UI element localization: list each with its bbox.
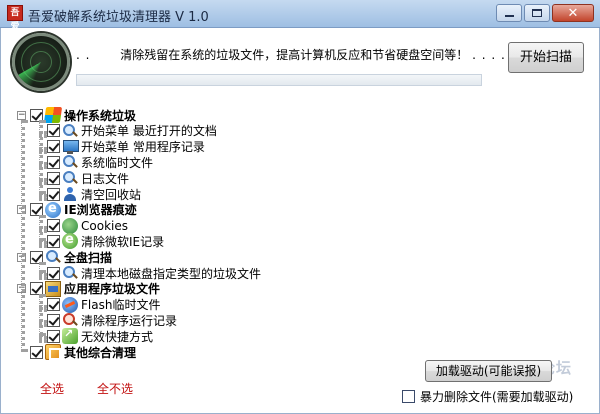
tree-checkbox[interactable] — [47, 140, 60, 154]
tree-item-node[interactable]: 日志文件 — [47, 170, 129, 186]
tree-connector — [39, 293, 43, 337]
tree-group-label: 应用程序垃圾文件 — [64, 282, 161, 297]
force-delete-option[interactable]: 暴力删除文件(需要加载驱动) — [402, 388, 573, 405]
close-button[interactable]: ✕ — [552, 4, 594, 22]
tree-connector — [39, 214, 43, 242]
window-title: 吾爱破解系统垃圾清理器 V 1.0 — [28, 10, 209, 25]
tree-connector — [39, 120, 43, 194]
tree-item-node[interactable]: 系统临时文件 — [47, 154, 153, 170]
tree-checkbox[interactable] — [47, 155, 60, 169]
tree-item-label: Flash临时文件 — [81, 298, 161, 313]
tree-group-node[interactable]: −IE浏览器痕迹 — [17, 201, 137, 218]
tree-item-node[interactable]: 清除微软IE记录 — [47, 232, 165, 250]
load-driver-button[interactable]: 加载驱动(可能误报) — [425, 360, 552, 382]
collapse-toggle-icon[interactable]: − — [17, 110, 26, 120]
search-icon — [62, 170, 78, 186]
tree-item-label: 开始菜单 最近打开的文档 — [81, 124, 217, 139]
leading-dots: . . — [76, 48, 91, 62]
minimize-button[interactable] — [496, 4, 522, 22]
maximize-icon — [532, 9, 542, 17]
tree-connector — [39, 336, 47, 341]
tree-connector — [39, 273, 47, 277]
tree-checkbox[interactable] — [30, 345, 43, 359]
radar-scan-icon — [12, 33, 70, 91]
ie-green-icon — [62, 232, 78, 250]
search-icon — [62, 154, 78, 170]
tree-item-label: 清空回收站 — [81, 187, 142, 202]
tree-item-node[interactable]: 开始菜单 常用程序记录 — [47, 139, 205, 155]
scan-progress-bar — [76, 74, 482, 86]
tree-item-node[interactable]: 清除程序运行记录 — [47, 312, 177, 328]
tree-checkbox[interactable] — [47, 171, 60, 185]
search-icon — [62, 265, 78, 281]
cleanup-tree: − 操作系统垃圾 开始菜单 最近打开的文档 开始菜单 常用程序记录 系统临时文件 日志文件… — [17, 107, 377, 360]
tree-item-label: 清除微软IE记录 — [81, 234, 165, 249]
description-text: 清除残留在系统的垃圾文件，提高计算机反应和节省硬盘空间等！ — [120, 48, 469, 62]
window-controls: ✕ — [496, 4, 594, 22]
select-all-link[interactable]: 全选 — [40, 380, 64, 397]
tree-checkbox[interactable] — [47, 219, 60, 233]
tree-group-node[interactable]: 其他综合清理 — [17, 344, 136, 360]
cookie-icon — [62, 217, 78, 234]
tree-item-node[interactable]: 开始菜单 最近打开的文档 — [47, 123, 217, 139]
tree-item-label: Cookies — [81, 218, 128, 233]
tree-connector — [39, 262, 43, 273]
monitor-icon — [62, 139, 79, 155]
tree-connector — [39, 241, 47, 246]
tree-item-label: 日志文件 — [81, 171, 130, 186]
package-icon — [45, 280, 61, 297]
tree-item-node[interactable]: 清空回收站 — [47, 186, 141, 202]
user-icon — [62, 186, 78, 202]
tree-item-label: 无效快捷方式 — [81, 329, 154, 344]
tree-item-label: 系统临时文件 — [81, 155, 154, 170]
tree-item-node[interactable]: Flash临时文件 — [47, 296, 161, 313]
force-delete-label: 暴力删除文件(需要加载驱动) — [420, 390, 574, 404]
tree-group-label: 其他综合清理 — [64, 345, 137, 360]
search-icon — [45, 249, 61, 265]
tree-checkbox[interactable] — [47, 313, 60, 327]
tree-checkbox[interactable] — [47, 266, 60, 280]
tree-checkbox[interactable] — [47, 234, 60, 248]
tree-item-label: 开始菜单 常用程序记录 — [81, 140, 205, 155]
tree-group-node[interactable]: − 操作系统垃圾 — [17, 107, 136, 123]
tree-item-node[interactable]: Cookies — [47, 217, 128, 234]
maximize-button[interactable] — [524, 4, 550, 22]
tree-item-node[interactable]: 无效快捷方式 — [47, 327, 154, 345]
tree-checkbox[interactable] — [47, 124, 60, 138]
title-bar: 吾爱 吾爱破解系统垃圾清理器 V 1.0 ✕ — [0, 0, 600, 32]
close-icon: ✕ — [567, 5, 579, 21]
minimize-icon — [504, 15, 514, 17]
app-logo-icon: 吾爱 — [7, 5, 23, 32]
tree-checkbox[interactable] — [47, 298, 60, 312]
tree-checkbox[interactable] — [47, 329, 60, 343]
tree-group-label: 全盘扫描 — [64, 250, 113, 265]
start-scan-button[interactable]: 开始扫描 — [508, 42, 584, 73]
tree-group-label: 操作系统垃圾 — [64, 108, 137, 123]
tree-item-node[interactable]: 清理本地磁盘指定类型的垃圾文件 — [47, 265, 261, 281]
select-none-link[interactable]: 全不选 — [97, 380, 133, 397]
shortcut-icon — [62, 327, 78, 345]
tree-group-label: IE浏览器痕迹 — [64, 203, 137, 218]
tree-item-label: 清理本地磁盘指定类型的垃圾文件 — [81, 266, 262, 281]
windows-logo-icon — [43, 107, 63, 123]
tree-root-line — [21, 120, 25, 352]
tree-connector — [39, 194, 47, 198]
search-icon — [62, 123, 78, 139]
header-description: . . 清除残留在系统的垃圾文件，提高计算机反应和节省硬盘空间等！ . . . … — [76, 46, 544, 63]
tree-group-node[interactable]: − 全盘扫描 — [17, 249, 112, 265]
tree-checkbox[interactable] — [47, 187, 60, 201]
ie-icon — [45, 201, 61, 218]
flash-icon — [62, 296, 78, 313]
magnifier-red-icon — [62, 312, 78, 328]
radar-sweep — [15, 36, 67, 88]
tree-item-label: 清除程序运行记录 — [81, 313, 178, 328]
force-delete-checkbox[interactable] — [402, 390, 415, 403]
misc-icon — [45, 344, 61, 360]
